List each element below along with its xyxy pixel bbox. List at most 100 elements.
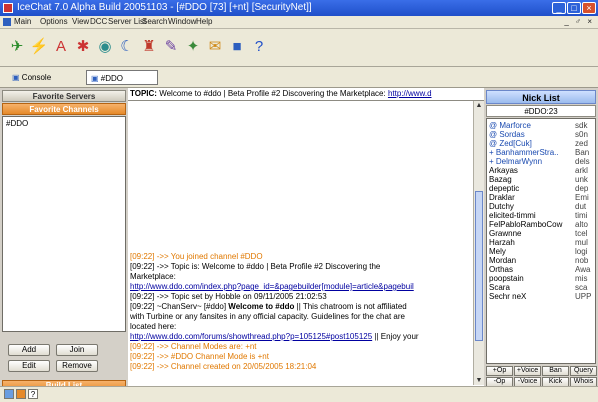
settings-icon[interactable]: ♜ — [138, 35, 160, 57]
plugin-icon[interactable]: ■ — [226, 35, 248, 57]
nick-name: + DelmarWynn — [489, 157, 543, 166]
nick-name: Bazag — [489, 175, 512, 184]
menu-server-list[interactable]: Server List — [108, 17, 146, 26]
nick-name: Arkayas — [489, 166, 518, 175]
chat-text: Marketplace: — [130, 272, 176, 281]
nick-name: Scara — [489, 283, 510, 292]
scroll-up-icon[interactable]: ▲ — [475, 101, 483, 110]
chat-text: ->> Topic set by Hobble on 09/11/2005 21… — [154, 292, 327, 301]
mdi-window-buttons[interactable]: _ ♂ × — [564, 17, 594, 26]
nick-list[interactable]: @ Marforce sdk @ Sordas s0n @ Zed[Cuk] zed + B… — [486, 118, 596, 364]
menu-options[interactable]: Options — [40, 17, 68, 26]
status-log-icon[interactable] — [16, 389, 26, 399]
chat-text: ->> Channel Modes are: +nt — [154, 342, 257, 351]
nick-name: Draklar — [489, 193, 515, 202]
mdi-icon — [3, 18, 11, 26]
tab-bar: ▣ Console ▣ #DDO — [0, 67, 598, 88]
edit-button[interactable]: Edit — [8, 360, 50, 372]
chat-window[interactable]: TOPIC: Welcome to #ddo | Beta Profile #2… — [128, 88, 484, 386]
menu-dcc[interactable]: DCC — [90, 17, 107, 26]
channel-list-icon[interactable]: ◉ — [94, 35, 116, 57]
tab-ddo[interactable]: ▣ #DDO — [86, 70, 158, 85]
nick-list-pane: Nick List #DDO:23 @ Marforce sdk @ Sordas s… — [484, 88, 598, 387]
maximize-button[interactable]: □ — [567, 2, 581, 14]
editor-icon[interactable]: ✎ — [160, 35, 182, 57]
add-button[interactable]: Add — [8, 344, 50, 356]
font-icon[interactable]: A — [50, 35, 72, 57]
nick-voice-button[interactable]: +Voice — [514, 366, 541, 376]
chat-line: [09:22] ->> Channel created on 20/05/200… — [130, 362, 470, 372]
nick-name: Harzah — [489, 238, 515, 247]
nick-host: dep — [575, 184, 589, 193]
menu-search[interactable]: Search — [142, 17, 167, 26]
color-palette-icon[interactable]: ✱ — [72, 35, 94, 57]
quick-connect-icon[interactable]: ✈ — [6, 35, 28, 57]
nick-name: elicited-timmi — [489, 211, 536, 220]
nick-host: nob — [575, 256, 589, 265]
nick-name: Orthas — [489, 265, 514, 274]
channel-icon: ▣ — [91, 74, 99, 83]
chat-line: [09:22] ->> #DDO Channel Mode is +nt — [130, 352, 470, 362]
channel-user-count: #DDO:23 — [486, 105, 596, 117]
favorite-channel-item[interactable]: #DDO — [6, 119, 28, 128]
chat-text: ->> #DDO Channel Mode is +nt — [154, 352, 269, 361]
chat-link[interactable]: http://www.ddo.com/forums/showthread.php… — [130, 332, 372, 341]
chat-line: http://www.ddo.com/index.php?page_id=&pa… — [130, 282, 470, 292]
status-help-icon[interactable]: ? — [28, 389, 38, 399]
connect-icon[interactable]: ⚡ — [28, 35, 50, 57]
menu-help[interactable]: Help — [196, 17, 212, 26]
favorite-servers-header[interactable]: Favorite Servers — [2, 90, 126, 102]
title-bar: IceChat 7.0 Alpha Build 20051103 - [#DDO… — [0, 0, 598, 16]
chat-line: located here: — [130, 322, 470, 332]
tab-console[interactable]: ▣ Console — [8, 70, 55, 85]
nick-host: unk — [575, 175, 588, 184]
nick-host: Emi — [575, 193, 589, 202]
scroll-thumb[interactable] — [475, 191, 483, 341]
nick-name: FelPabloRamboCow — [489, 220, 563, 229]
topic-url[interactable]: http://www.d — [388, 89, 432, 98]
remove-button[interactable]: Remove — [56, 360, 98, 372]
menu-view[interactable]: View — [72, 17, 89, 26]
status-bar: ? — [0, 386, 598, 402]
chat-bold-text: Welcome to #ddo — [228, 302, 295, 311]
nick-ban-button[interactable]: Ban — [542, 366, 569, 376]
minimize-button[interactable]: _ — [552, 2, 566, 14]
nick-op-button[interactable]: +Op — [486, 366, 513, 376]
nick-query-button[interactable]: Query — [570, 366, 597, 376]
nick-host: zed — [575, 139, 588, 148]
chat-timestamp: [09:22] — [130, 252, 155, 261]
nick-name: + BanhammerStra.. — [489, 148, 559, 157]
nick-name: Grawnne — [489, 229, 522, 238]
nick-host: sca — [575, 283, 588, 292]
chat-timestamp: [09:22] — [130, 342, 155, 351]
chat-scrollbar[interactable]: ▲ ▼ — [473, 101, 484, 385]
chat-line: [09:22] ~ChanServ~ [#ddo] Welcome to #dd… — [130, 302, 470, 312]
chat-text: ->> You joined channel #DDO — [154, 252, 263, 261]
menu-window[interactable]: Window — [168, 17, 196, 26]
nick-host: arkl — [575, 166, 588, 175]
nick-host: s0n — [575, 130, 588, 139]
nick-host: alto — [575, 220, 588, 229]
log-icon[interactable]: ✦ — [182, 35, 204, 57]
nick-name: @ Marforce — [489, 121, 531, 130]
favorite-channel-list[interactable]: #DDO — [2, 116, 126, 332]
chat-timestamp: [09:22] — [130, 352, 155, 361]
chat-text-rest: || This chatroom is not affiliated — [294, 302, 407, 311]
close-button[interactable]: × — [582, 2, 596, 14]
nick-host: UPP — [575, 292, 592, 301]
nick-host: dels — [575, 157, 590, 166]
script-icon[interactable]: ✉ — [204, 35, 226, 57]
join-button[interactable]: Join — [56, 344, 98, 356]
nick-host: timi — [575, 211, 588, 220]
app-icon — [3, 3, 13, 13]
help-icon[interactable]: ? — [248, 35, 270, 57]
scroll-down-icon[interactable]: ▼ — [475, 376, 483, 385]
away-icon[interactable]: ☾ — [116, 35, 138, 57]
topic-text: Welcome to #ddo | Beta Profile #2 Discov… — [159, 89, 386, 98]
status-window-icon[interactable] — [4, 389, 14, 399]
nick-name: @ Sordas — [489, 130, 525, 139]
favorite-channels-header[interactable]: Favorite Channels — [2, 103, 126, 115]
chat-link[interactable]: http://www.ddo.com/index.php?page_id=&pa… — [130, 282, 414, 291]
chat-log: [09:22] ->> You joined channel #DDO [09:2… — [130, 252, 470, 372]
menu-main[interactable]: Main — [14, 17, 31, 26]
